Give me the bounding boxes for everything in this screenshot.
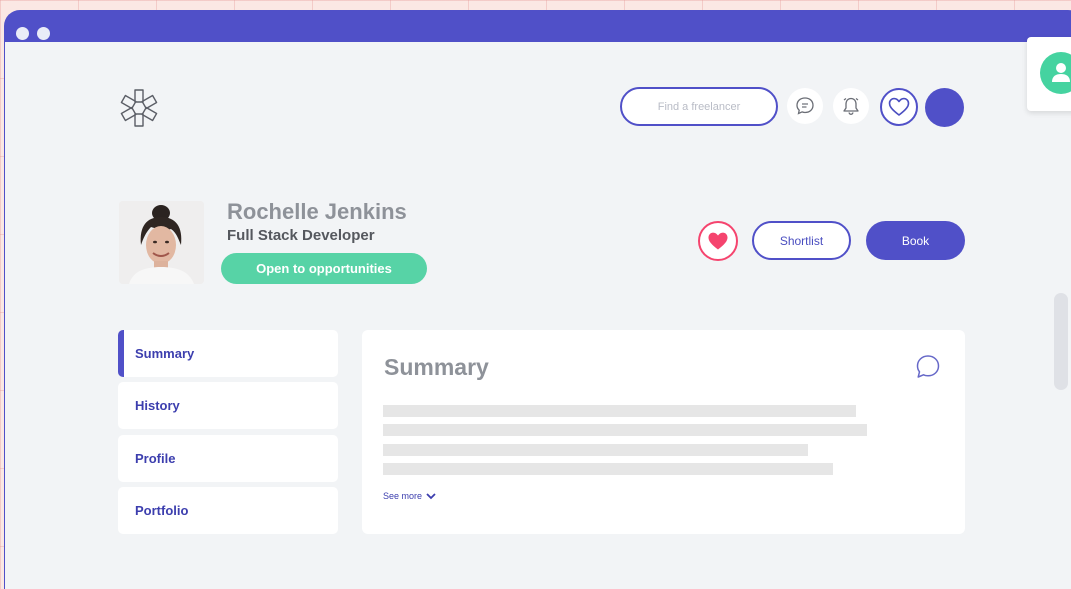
- window-control-dot[interactable]: [37, 27, 50, 40]
- text-placeholder-line: [383, 463, 833, 475]
- text-placeholder-line: [383, 424, 867, 436]
- summary-card: Summary See more: [362, 330, 965, 534]
- favorites-button[interactable]: [880, 88, 918, 126]
- profile-role: Full Stack Developer: [227, 227, 375, 244]
- heart-icon: [888, 97, 910, 116]
- profile-name: Rochelle Jenkins: [227, 199, 407, 224]
- summary-title: Summary: [384, 354, 489, 380]
- nav-item-profile[interactable]: Profile: [118, 435, 338, 482]
- heart-filled-icon: [708, 232, 728, 250]
- window-control-dot[interactable]: [16, 27, 29, 40]
- app-screen: Find a freelancer Rochelle Jenkins Full …: [5, 42, 1071, 589]
- chat-bubble-icon: [796, 97, 814, 115]
- favorite-button[interactable]: [698, 221, 738, 261]
- chevron-down-icon: [426, 492, 436, 499]
- see-more-link[interactable]: See more: [383, 491, 436, 501]
- text-placeholder-line: [383, 444, 808, 456]
- nav-item-portfolio[interactable]: Portfolio: [118, 487, 338, 534]
- nav-item-summary[interactable]: Summary: [118, 330, 338, 377]
- logo-icon: [120, 89, 158, 127]
- nav-item-history[interactable]: History: [118, 382, 338, 429]
- user-avatar[interactable]: [925, 88, 964, 127]
- messages-button[interactable]: [787, 88, 823, 124]
- notifications-button[interactable]: [833, 88, 869, 124]
- scrollbar-thumb[interactable]: [1054, 293, 1068, 390]
- profile-photo: [119, 201, 204, 284]
- shortlist-button[interactable]: Shortlist: [752, 221, 851, 260]
- see-more-label: See more: [383, 491, 423, 501]
- book-button[interactable]: Book: [866, 221, 965, 260]
- bell-icon: [843, 97, 859, 115]
- comment-icon[interactable]: [914, 353, 942, 381]
- text-placeholder-line: [383, 405, 856, 417]
- status-badge: Open to opportunities: [221, 253, 427, 284]
- user-widget-icon: [1040, 52, 1071, 94]
- search-input[interactable]: Find a freelancer: [620, 87, 778, 126]
- profile-widget[interactable]: [1027, 37, 1071, 111]
